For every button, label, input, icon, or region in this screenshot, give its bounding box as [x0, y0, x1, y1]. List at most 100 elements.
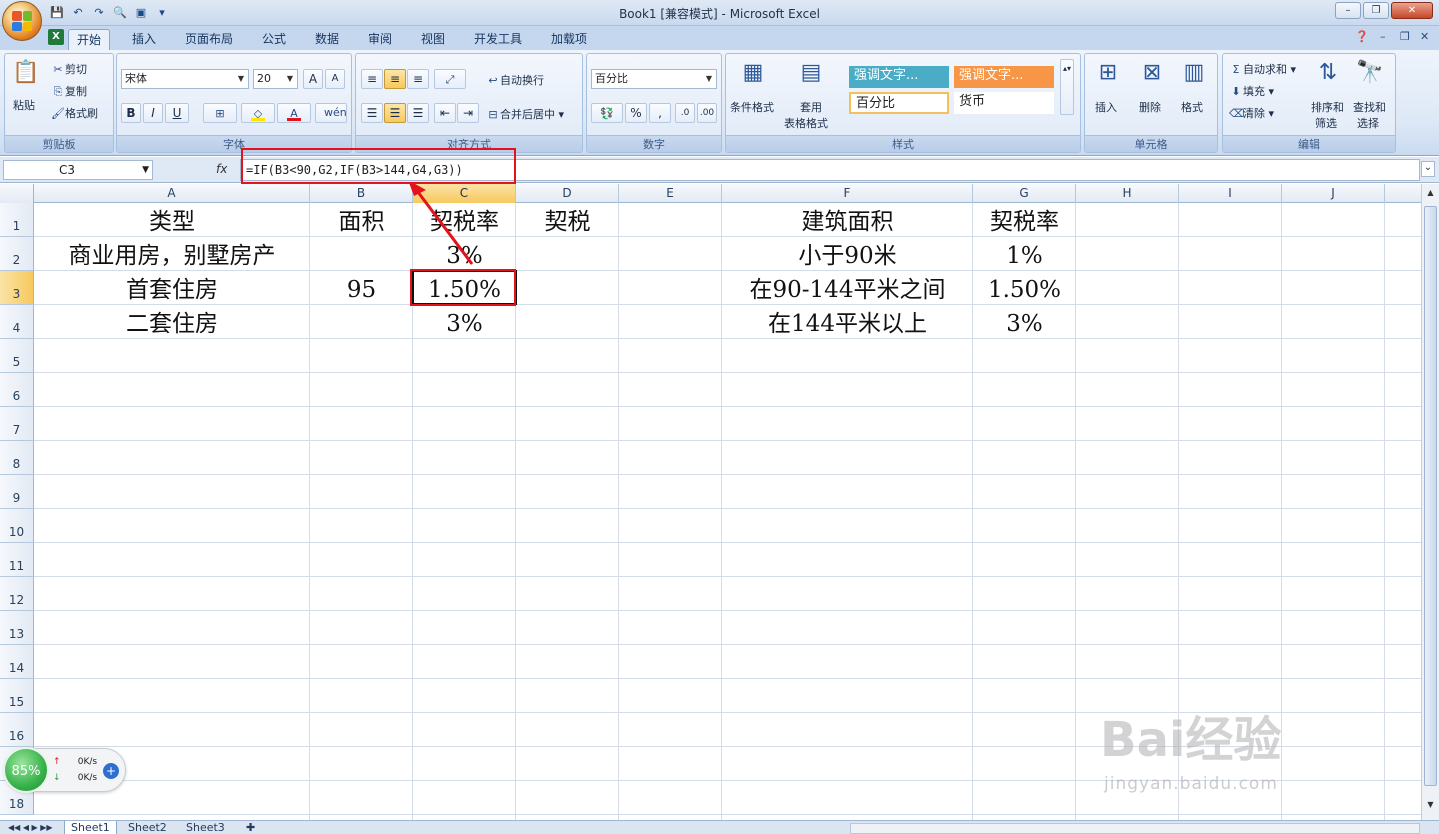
paste-icon[interactable]: 📋 — [11, 58, 41, 88]
name-box[interactable]: C3 ▼ — [3, 160, 153, 180]
increase-decimal-button[interactable]: .0 — [675, 103, 695, 123]
italic-button[interactable]: I — [143, 103, 163, 123]
delete-cells-button[interactable]: 删除 — [1139, 99, 1161, 115]
upload-arrow-icon: ↑ — [53, 757, 61, 767]
wrap-text-button[interactable]: ↩ 自动换行 — [486, 72, 544, 88]
insert-sheet-icon[interactable]: ✚ — [240, 821, 261, 834]
insert-cells-button[interactable]: 插入 — [1095, 99, 1117, 115]
increase-indent-button[interactable]: ⇥ — [457, 103, 479, 123]
style-accent-6[interactable]: 强调文字... — [954, 66, 1054, 88]
expand-formula-icon[interactable]: ⌄ — [1421, 161, 1435, 177]
paste-button[interactable]: 粘贴 — [13, 97, 35, 113]
border-button[interactable]: ⊞ — [203, 103, 237, 123]
scroll-thumb[interactable] — [1424, 206, 1437, 786]
scroll-down-icon[interactable]: ▼ — [1424, 800, 1437, 814]
tab-insert[interactable]: 插入 — [124, 29, 164, 50]
horizontal-scrollbar[interactable] — [850, 823, 1420, 834]
phonetic-icon: wén — [324, 105, 347, 119]
restore-button[interactable]: ❐ — [1363, 2, 1389, 19]
ribbon-close-icon[interactable]: ✕ — [1420, 30, 1429, 43]
accounting-format-button[interactable]: 💱 — [591, 103, 623, 123]
align-right-button[interactable]: ☰ — [407, 103, 429, 123]
tab-page-layout[interactable]: 页面布局 — [177, 29, 241, 50]
sigma-icon: Σ — [1232, 63, 1240, 76]
autosum-button[interactable]: Σ 自动求和 ▾ — [1229, 61, 1297, 77]
delete-cells-icon[interactable]: ⊠ — [1137, 58, 1167, 88]
office-button[interactable] — [2, 1, 42, 41]
align-center-button[interactable]: ☰ — [384, 103, 406, 123]
add-icon[interactable]: + — [103, 763, 119, 779]
decrease-decimal-button[interactable]: .00 — [697, 103, 717, 123]
conditional-format-button[interactable]: 条件格式 — [730, 99, 774, 115]
scroll-up-icon[interactable]: ▲ — [1424, 188, 1437, 202]
binoculars-icon[interactable]: 🔭 — [1355, 58, 1385, 88]
font-size-select[interactable]: 20 ▼ — [253, 69, 298, 89]
group-styles: ▦ 条件格式 ▤ 套用 表格格式 强调文字... 强调文字... 百分比 货币 … — [725, 53, 1081, 153]
format-cells-button[interactable]: 格式 — [1181, 99, 1203, 115]
tab-developer[interactable]: 开发工具 — [466, 29, 530, 50]
align-top-button[interactable]: ≡ — [361, 69, 383, 89]
sort-filter-button[interactable]: 排序和 — [1311, 99, 1344, 115]
style-percent[interactable]: 百分比 — [849, 92, 949, 114]
minimize-button[interactable]: – — [1335, 2, 1361, 19]
merge-center-button[interactable]: ⊟ 合并后居中 ▾ — [486, 106, 564, 122]
number-format-select[interactable]: 百分比 ▼ — [591, 69, 717, 89]
grow-font-button[interactable]: A — [303, 69, 323, 89]
align-middle-button[interactable]: ≡ — [384, 69, 406, 89]
align-bottom-button[interactable]: ≡ — [407, 69, 429, 89]
underline-button[interactable]: U — [165, 103, 189, 123]
sheet-tab-3[interactable]: Sheet3 — [180, 821, 231, 834]
decrease-indent-button[interactable]: ⇤ — [434, 103, 456, 123]
vertical-scrollbar[interactable]: ▲ ▼ — [1421, 184, 1439, 820]
styles-scroll[interactable]: ▴▾ — [1060, 59, 1074, 115]
cut-button[interactable]: ✂ 剪切 — [51, 61, 87, 77]
sheet-tab-2[interactable]: Sheet2 — [122, 821, 173, 834]
format-cells-icon[interactable]: ▥ — [1179, 58, 1209, 88]
help-icon[interactable]: ❓ — [1355, 30, 1369, 43]
font-name-select[interactable]: 宋体 ▼ — [121, 69, 249, 89]
tab-home[interactable]: 开始 — [68, 29, 111, 50]
tab-review[interactable]: 审阅 — [360, 29, 400, 50]
insert-function-button[interactable]: fx — [216, 162, 227, 176]
find-select-button[interactable]: 查找和 — [1353, 99, 1386, 115]
style-currency[interactable]: 货币 — [954, 92, 1054, 114]
tab-formulas[interactable]: 公式 — [254, 29, 294, 50]
sheet-tab-bar: ◀◀ ◀ ▶ ▶▶ Sheet1 Sheet2 Sheet3 ✚ — [0, 820, 1439, 834]
tab-data[interactable]: 数据 — [307, 29, 347, 50]
tab-view[interactable]: 视图 — [413, 29, 453, 50]
fill-color-button[interactable]: ◇ — [241, 103, 275, 123]
table-format-icon[interactable]: ▤ — [796, 58, 826, 88]
conditional-format-icon[interactable]: ▦ — [738, 58, 768, 88]
currency-icon: 💱 — [600, 106, 614, 120]
style-accent-1[interactable]: 强调文字... — [849, 66, 949, 88]
sort-filter-button-2[interactable]: 筛选 — [1315, 115, 1337, 131]
sheet-nav-icons[interactable]: ◀◀ ◀ ▶ ▶▶ — [2, 821, 59, 834]
phonetic-button[interactable]: wén — [315, 103, 347, 123]
bold-button[interactable]: B — [121, 103, 141, 123]
align-left-button[interactable]: ☰ — [361, 103, 383, 123]
insert-cells-icon[interactable]: ⊞ — [1093, 58, 1123, 88]
fill-button[interactable]: ⬇ 填充 ▾ — [1229, 83, 1274, 99]
ribbon-restore-icon[interactable]: ❐ — [1400, 30, 1410, 43]
network-speed-widget[interactable]: 85% ↑ 0K/s ↓ 0K/s + — [3, 747, 126, 793]
ribbon-tab-row: X 开始 插入 页面布局 公式 数据 审阅 视图 开发工具 加载项 ❓ – ❐ … — [0, 26, 1439, 50]
table-format-button-2[interactable]: 表格格式 — [784, 115, 828, 131]
worksheet-grid[interactable]: ABCDEFGHIJ 123456789101112131415161718 类… — [0, 184, 1421, 820]
shrink-font-button[interactable]: A — [325, 69, 345, 89]
close-button[interactable]: ✕ — [1391, 2, 1433, 19]
chevron-down-icon: ▼ — [286, 74, 294, 83]
percent-button[interactable]: % — [625, 103, 647, 123]
tab-addins[interactable]: 加载项 — [543, 29, 595, 50]
copy-button[interactable]: ⎘ 复制 — [51, 83, 87, 99]
sort-filter-icon[interactable]: ⇅ — [1313, 58, 1343, 88]
font-color-button[interactable]: A — [277, 103, 311, 123]
eraser-icon: ⌫ — [1229, 107, 1245, 120]
sheet-tab-1[interactable]: Sheet1 — [64, 821, 117, 834]
table-format-button[interactable]: 套用 — [800, 99, 822, 115]
clear-button[interactable]: ⌫清除 ▾ — [1229, 105, 1274, 121]
format-painter-button[interactable]: 🖌格式刷 — [51, 105, 98, 121]
orientation-button[interactable]: ⤢ — [434, 69, 466, 89]
comma-button[interactable]: , — [649, 103, 671, 123]
find-select-button-2[interactable]: 选择 — [1357, 115, 1379, 131]
ribbon-minimize-icon[interactable]: – — [1380, 30, 1386, 43]
